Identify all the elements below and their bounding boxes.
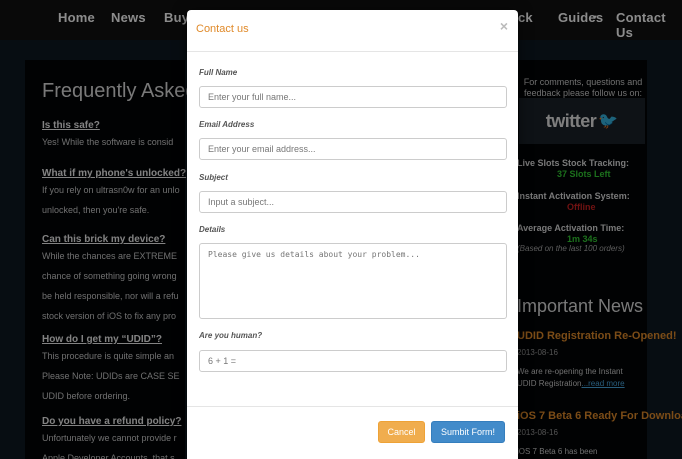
full-name-input[interactable] — [199, 86, 507, 108]
modal-title: Contact us — [196, 23, 249, 35]
modal-footer: Cancel Sumbit Form! — [187, 406, 518, 459]
email-input[interactable] — [199, 138, 507, 160]
subject-label: Subject — [199, 173, 228, 182]
modal-header: Contact us × — [187, 10, 518, 52]
submit-button[interactable]: Sumbit Form! — [431, 421, 505, 443]
details-textarea[interactable] — [199, 243, 507, 319]
cancel-button[interactable]: Cancel — [378, 421, 425, 443]
contact-modal: Contact us × Full Name Email Address Sub… — [187, 10, 518, 459]
email-label: Email Address — [199, 120, 255, 129]
close-icon[interactable]: × — [500, 18, 508, 34]
subject-input[interactable] — [199, 191, 507, 213]
captcha-input[interactable] — [199, 350, 507, 372]
human-check-label: Are you human? — [199, 331, 263, 340]
full-name-label: Full Name — [199, 68, 238, 77]
details-label: Details — [199, 225, 226, 234]
